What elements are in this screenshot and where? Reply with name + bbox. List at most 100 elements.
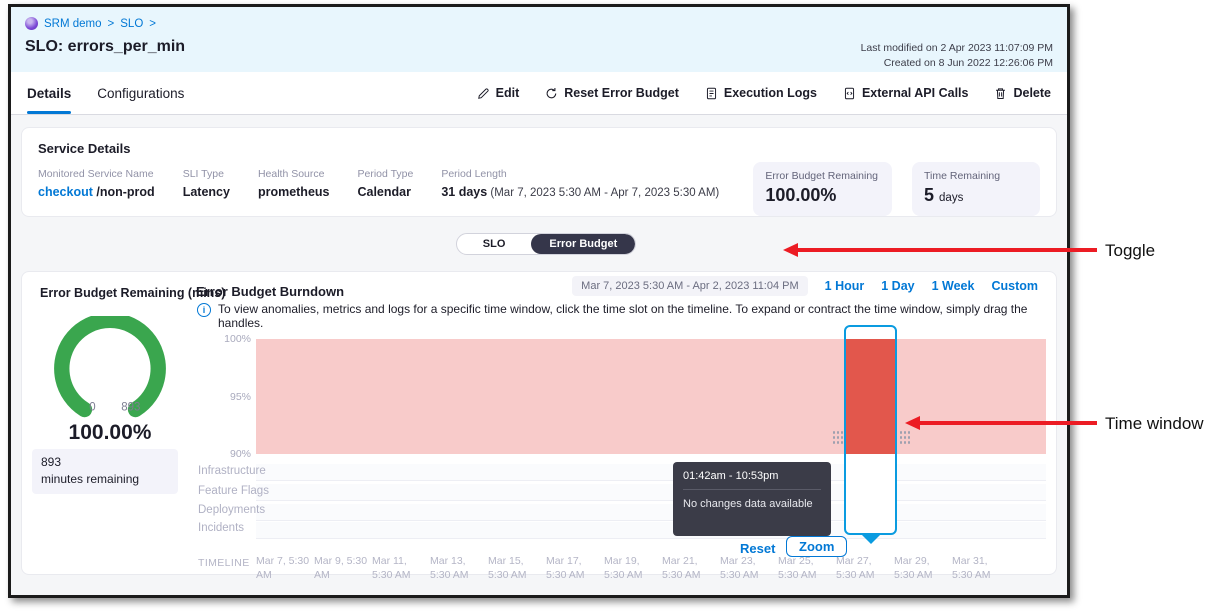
stat-label: Error Budget Remaining [765, 170, 878, 182]
error-budget-card: Error Budget Remaining (mins) 0 893 100.… [21, 271, 1057, 575]
field-sli-type: SLI Type Latency [183, 168, 230, 199]
y-tick-100: 100% [196, 333, 251, 345]
drag-handle-right[interactable] [899, 430, 910, 446]
service-details-card: Service Details Monitored Service Name c… [21, 127, 1057, 217]
timeline-tick[interactable]: Mar 7, 5:30 AM [256, 554, 313, 582]
timeline-tick[interactable]: Mar 21, 5:30 AM [662, 554, 719, 582]
service-details-title: Service Details [38, 141, 1040, 156]
timeline-tick[interactable]: Mar 19, 5:30 AM [604, 554, 661, 582]
breadcrumb-slo[interactable]: SLO [120, 18, 143, 30]
execution-logs-button[interactable]: Execution Logs [705, 86, 817, 100]
document-icon [705, 87, 718, 100]
infrastructure-lane [256, 464, 1046, 481]
field-label: Monitored Service Name [38, 168, 155, 180]
document-code-icon [843, 87, 856, 100]
changes-tooltip: 01:42am - 10:53pm No changes data availa… [673, 462, 831, 536]
date-range-pill[interactable]: Mar 7, 2023 5:30 AM - Apr 2, 2023 11:04 … [572, 276, 807, 296]
toggle-arrow-head-icon [783, 243, 798, 257]
gauge-percent: 100.00% [22, 421, 198, 445]
row-label-deployments: Deployments [198, 504, 265, 516]
screenshot-stage: SRM demo > SLO > SLO: errors_per_min Las… [0, 0, 1224, 616]
range-custom[interactable]: Custom [991, 279, 1038, 293]
reset-icon [545, 87, 558, 100]
selected-window-highlight [846, 339, 895, 454]
tab-configurations[interactable]: Configurations [97, 72, 184, 114]
toggle-arrow-line [797, 248, 1097, 252]
minutes-remaining-label: minutes remaining [41, 471, 169, 488]
drag-handle-left[interactable] [832, 430, 843, 446]
timeline-tick[interactable]: Mar 29, 5:30 AM [894, 554, 951, 582]
gauge-max-label: 893 [121, 401, 140, 413]
timeline-tick[interactable]: Mar 13, 5:30 AM [430, 554, 487, 582]
delete-button[interactable]: Delete [994, 86, 1051, 100]
gauge-min-label: 0 [89, 401, 95, 413]
stat-value: 100.00% [765, 185, 878, 206]
tooltip-time-range: 01:42am - 10:53pm [683, 470, 821, 490]
environment-label: /non-prod [93, 185, 155, 199]
reset-error-budget-button[interactable]: Reset Error Budget [545, 86, 679, 100]
timeline-tick[interactable]: Mar 9, 5:30 AM [314, 554, 371, 582]
timestamps: Last modified on 2 Apr 2023 11:07:09 PM … [861, 41, 1053, 71]
range-1-day[interactable]: 1 Day [881, 279, 914, 293]
timeline-tick[interactable]: Mar 25, 5:30 AM [778, 554, 835, 582]
page-body: Service Details Monitored Service Name c… [11, 115, 1067, 595]
field-label: Period Length [441, 168, 719, 180]
reset-error-budget-label: Reset Error Budget [564, 86, 679, 100]
time-window-arrow-head-icon [905, 416, 920, 430]
row-label-incidents: Incidents [198, 522, 244, 534]
breadcrumb-separator: > [149, 18, 156, 30]
field-period-length: Period Length 31 days (Mar 7, 2023 5:30 … [441, 168, 719, 199]
tab-details[interactable]: Details [27, 72, 71, 114]
field-value: prometheus [258, 185, 330, 199]
toggle-option-error-budget[interactable]: Error Budget [531, 234, 635, 254]
timeline-tick[interactable]: Mar 23, 5:30 AM [720, 554, 777, 582]
external-api-calls-button[interactable]: External API Calls [843, 86, 969, 100]
field-period-type: Period Type Calendar [357, 168, 413, 199]
execution-logs-label: Execution Logs [724, 86, 817, 100]
external-api-calls-label: External API Calls [862, 86, 969, 100]
field-value: 31 days [441, 185, 487, 199]
error-budget-area[interactable] [256, 339, 1046, 454]
range-1-week[interactable]: 1 Week [932, 279, 975, 293]
timeline-tick[interactable]: Mar 17, 5:30 AM [546, 554, 603, 582]
slo-errorbudget-toggle: SLO Error Budget [456, 233, 636, 255]
breadcrumb-project[interactable]: SRM demo [44, 18, 102, 30]
y-tick-90: 90% [196, 448, 251, 460]
burndown-chart: 100% 95% 90% Infrastructure Feature Flag… [196, 324, 1048, 574]
toggle-option-slo[interactable]: SLO [457, 234, 532, 254]
deployments-lane [256, 504, 1046, 521]
harness-logo-icon [25, 17, 38, 30]
range-1-hour[interactable]: 1 Hour [825, 279, 865, 293]
selection-pointer-icon [862, 535, 880, 544]
y-tick-95: 95% [196, 391, 251, 403]
field-health-source: Health Source prometheus [258, 168, 330, 199]
timeline-tick[interactable]: Mar 11, 5:30 AM [372, 554, 429, 582]
time-window-selection[interactable] [844, 325, 897, 535]
edit-button-label: Edit [496, 86, 520, 100]
toolbar: Edit Reset Error Budget Execution Logs E… [477, 86, 1051, 100]
timeline-tick[interactable]: Mar 31, 5:30 AM [952, 554, 1009, 582]
annotation-toggle: Toggle [1105, 241, 1155, 261]
monitored-service-link[interactable]: checkout [38, 185, 93, 199]
annotation-time-window: Time window [1105, 414, 1204, 434]
timeline-tick[interactable]: Mar 15, 5:30 AM [488, 554, 545, 582]
stat-boxes: Error Budget Remaining 100.00% Time Rema… [753, 162, 1040, 216]
time-range-controls: Mar 7, 2023 5:30 AM - Apr 2, 2023 11:04 … [572, 276, 1038, 296]
time-remaining-stat: Time Remaining 5 days [912, 162, 1040, 216]
row-label-infrastructure: Infrastructure [198, 465, 266, 477]
field-label: Health Source [258, 168, 330, 180]
tabs: Details Configurations [27, 72, 184, 114]
tooltip-body: No changes data available [683, 490, 821, 510]
field-value: Calendar [357, 185, 413, 199]
timeline-tick[interactable]: Mar 27, 5:30 AM [836, 554, 893, 582]
minutes-remaining-box: 893 minutes remaining [32, 449, 178, 494]
edit-button[interactable]: Edit [477, 86, 520, 100]
error-budget-remaining-stat: Error Budget Remaining 100.00% [753, 162, 892, 216]
timeline-label: TIMELINE [198, 557, 250, 569]
period-range: (Mar 7, 2023 5:30 AM - Apr 7, 2023 5:30 … [487, 187, 719, 199]
field-value: Latency [183, 185, 230, 199]
breadcrumb: SRM demo > SLO > [25, 17, 1053, 30]
stat-value: 5 [924, 185, 934, 205]
field-label: Period Type [357, 168, 413, 180]
field-monitored-service: Monitored Service Name checkout /non-pro… [38, 168, 155, 199]
